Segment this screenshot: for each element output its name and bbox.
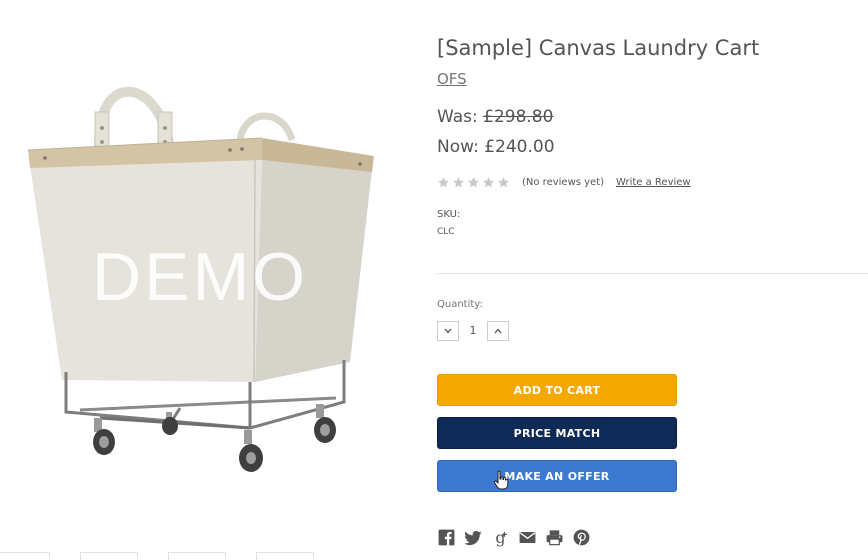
- print-icon[interactable]: [545, 528, 564, 547]
- google-plus-icon[interactable]: g: [491, 528, 510, 547]
- star-icon: [468, 176, 479, 187]
- product-image-area: DEMO: [0, 0, 420, 560]
- product-title: [Sample] Canvas Laundry Cart: [437, 36, 760, 60]
- thumbnail[interactable]: [168, 552, 226, 560]
- chevron-up-icon: [494, 328, 502, 334]
- divider: [437, 273, 868, 274]
- price-now-value: £240.00: [484, 137, 555, 157]
- thumbnail-strip: [0, 550, 420, 560]
- thumbnail[interactable]: [0, 552, 50, 560]
- product-details: [Sample] Canvas Laundry Cart OFS Was: £2…: [437, 0, 868, 560]
- brand-link[interactable]: OFS: [437, 70, 467, 88]
- rating-stars: [437, 176, 510, 189]
- quantity-label: Quantity:: [437, 299, 483, 310]
- thumbnail[interactable]: [80, 552, 138, 560]
- write-review-link[interactable]: Write a Review: [616, 177, 691, 188]
- hand-cursor-icon: [493, 470, 509, 490]
- no-reviews-text: (No reviews yet): [522, 176, 605, 188]
- pinterest-icon[interactable]: [572, 528, 591, 547]
- price-match-button[interactable]: PRICE MATCH: [437, 417, 677, 449]
- price-now: Now: £240.00: [437, 137, 555, 157]
- sku-label: SKU:: [437, 209, 461, 220]
- chevron-down-icon: [444, 328, 452, 334]
- email-icon[interactable]: [518, 528, 537, 547]
- star-icon: [453, 176, 464, 187]
- quantity-input[interactable]: 1: [463, 324, 483, 337]
- facebook-icon[interactable]: [437, 528, 456, 547]
- quantity-decrease-button[interactable]: [437, 321, 459, 341]
- star-icon: [483, 176, 494, 187]
- add-to-cart-button[interactable]: ADD TO CART: [437, 374, 677, 406]
- sku-value: CLC: [437, 227, 455, 237]
- price-now-label: Now:: [437, 137, 479, 157]
- add-to-cart-label: ADD TO CART: [513, 383, 601, 397]
- star-icon: [498, 176, 509, 187]
- price-was-value: £298.80: [483, 107, 554, 127]
- twitter-icon[interactable]: [464, 528, 483, 547]
- make-an-offer-button[interactable]: MAKE AN OFFER: [437, 460, 677, 492]
- rating-row: (No reviews yet) Write a Review: [437, 174, 691, 190]
- demo-watermark: DEMO: [92, 239, 308, 315]
- price-was-label: Was:: [437, 107, 478, 127]
- thumbnail[interactable]: [256, 552, 314, 560]
- price-match-label: PRICE MATCH: [513, 426, 601, 440]
- make-an-offer-label: MAKE AN OFFER: [504, 469, 610, 483]
- quantity-increase-button[interactable]: [487, 321, 509, 341]
- price-was: Was: £298.80: [437, 107, 553, 127]
- share-icons: g: [437, 528, 591, 547]
- star-icon: [438, 176, 449, 187]
- svg-text:g: g: [495, 528, 505, 547]
